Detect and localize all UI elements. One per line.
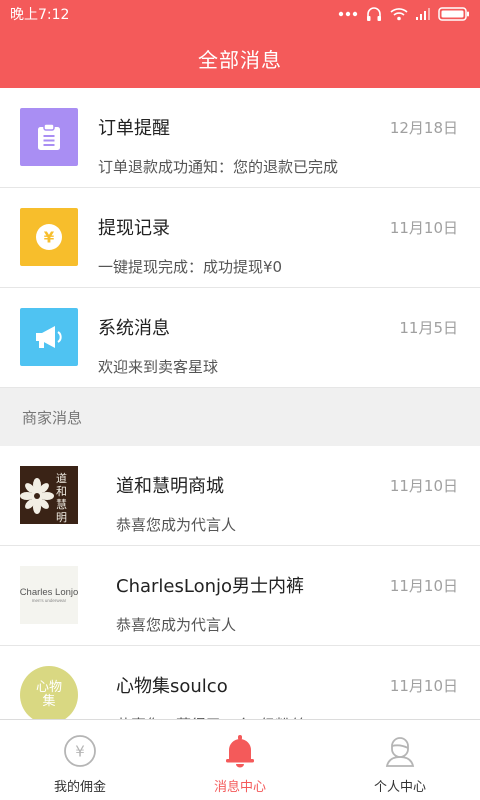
merchant-logo-text: 心物集 — [35, 680, 62, 709]
page-title: 全部消息 — [198, 47, 282, 72]
message-preview: 一键提现完成：成功提现¥0 — [98, 258, 283, 276]
merchant-logo: 心物集 — [20, 666, 78, 721]
signal-icon — [416, 8, 430, 20]
message-preview: 订单退款成功通知：您的退款已完成 — [98, 158, 339, 176]
section-label: 商家消息 — [22, 408, 83, 427]
message-body: 系统消息 11月5日 欢迎来到卖客星球 — [98, 308, 458, 377]
bottom-tabbar: ¥ 我的佣金 消息中心 个人中心 — [0, 719, 480, 800]
message-body: 订单提醒 12月18日 订单退款成功通知：您的退款已完成 — [98, 108, 458, 177]
merchant-logo-text: Charles Lonjo — [20, 587, 78, 598]
wifi-icon — [390, 8, 408, 21]
svg-text:¥: ¥ — [75, 743, 85, 761]
message-top-row: 提现记录 11月10日 — [98, 214, 458, 240]
message-preview: 欢迎来到卖客星球 — [98, 358, 219, 376]
yen-circle-icon: ¥ — [64, 735, 96, 767]
merchant-logo: 道和慧明 — [20, 466, 78, 524]
bell-icon — [226, 735, 254, 768]
battery-icon — [438, 7, 469, 21]
status-bar: 晚上7:12 — [0, 0, 480, 28]
section-header-merchant: 商家消息 — [0, 388, 480, 446]
message-top-row: 系统消息 11月5日 — [98, 314, 458, 340]
more-dots-icon — [338, 11, 358, 17]
merchant-name: CharlesLonjo男士内裤 — [116, 576, 305, 597]
tab-commission[interactable]: ¥ 我的佣金 — [0, 720, 160, 800]
tab-label: 我的佣金 — [53, 780, 106, 795]
message-preview: 恭喜您成为代言人 — [116, 616, 237, 634]
yen-coin-icon: ¥ — [36, 224, 62, 250]
message-title: 系统消息 — [98, 318, 170, 339]
message-body: 道和慧明商城 11月10日 恭喜您成为代言人 — [116, 466, 458, 535]
system-icon-tile — [20, 308, 78, 366]
status-icons — [338, 6, 470, 22]
merchant-item[interactable]: 道和慧明 道和慧明商城 11月10日 恭喜您成为代言人 — [0, 446, 480, 546]
message-preview: 恭喜您成为代言人 — [116, 516, 237, 534]
message-item-order[interactable]: 订单提醒 12月18日 订单退款成功通知：您的退款已完成 — [0, 88, 480, 188]
message-date: 12月18日 — [389, 118, 458, 137]
message-top-row: 道和慧明商城 11月10日 — [116, 472, 458, 498]
message-title: 订单提醒 — [98, 118, 170, 139]
message-body: CharlesLonjo男士内裤 11月10日 恭喜您成为代言人 — [116, 566, 458, 635]
order-icon-tile — [20, 108, 78, 166]
withdraw-icon-tile: ¥ — [20, 208, 78, 266]
message-date: 11月10日 — [389, 476, 458, 495]
tab-label: 消息中心 — [213, 780, 266, 795]
message-date: 11月10日 — [389, 218, 458, 237]
message-date: 11月10日 — [389, 676, 458, 695]
merchant-name: 心物集soulco — [116, 676, 228, 697]
message-list[interactable]: 订单提醒 12月18日 订单退款成功通知：您的退款已完成 ¥ 提现记录 11月1… — [0, 88, 480, 722]
headphones-icon — [367, 7, 381, 21]
tab-label: 个人中心 — [373, 780, 426, 795]
person-icon — [385, 737, 415, 767]
clipboard-icon — [38, 123, 60, 150]
message-date: 11月5日 — [399, 318, 458, 337]
message-date: 11月10日 — [389, 576, 458, 595]
status-time: 晚上7:12 — [10, 7, 70, 23]
message-item-system[interactable]: 系统消息 11月5日 欢迎来到卖客星球 — [0, 288, 480, 388]
tab-messages[interactable]: 消息中心 — [160, 720, 320, 800]
merchant-logo-subtext: men's underwear — [31, 598, 67, 603]
message-body: 提现记录 11月10日 一键提现完成：成功提现¥0 — [98, 208, 458, 277]
message-item-withdraw[interactable]: ¥ 提现记录 11月10日 一键提现完成：成功提现¥0 — [0, 188, 480, 288]
header: 全部消息 — [0, 28, 480, 88]
message-top-row: 心物集soulco 11月10日 — [116, 672, 458, 698]
merchant-item[interactable]: 心物集 心物集soulco 11月10日 恭喜您，获得了一个3级粉丝 — [0, 646, 480, 722]
merchant-logo: Charles Lonjo men's underwear — [20, 566, 78, 624]
message-body: 心物集soulco 11月10日 恭喜您，获得了一个3级粉丝 — [116, 666, 458, 721]
tab-profile[interactable]: 个人中心 — [320, 720, 480, 800]
message-title: 提现记录 — [98, 218, 170, 239]
merchant-logo-text: 道和慧明 — [56, 472, 67, 524]
svg-text:¥: ¥ — [44, 229, 55, 247]
merchant-name: 道和慧明商城 — [116, 476, 224, 497]
message-top-row: CharlesLonjo男士内裤 11月10日 — [116, 572, 458, 598]
megaphone-icon — [36, 326, 62, 348]
message-top-row: 订单提醒 12月18日 — [98, 114, 458, 140]
merchant-item[interactable]: Charles Lonjo men's underwear CharlesLon… — [0, 546, 480, 646]
